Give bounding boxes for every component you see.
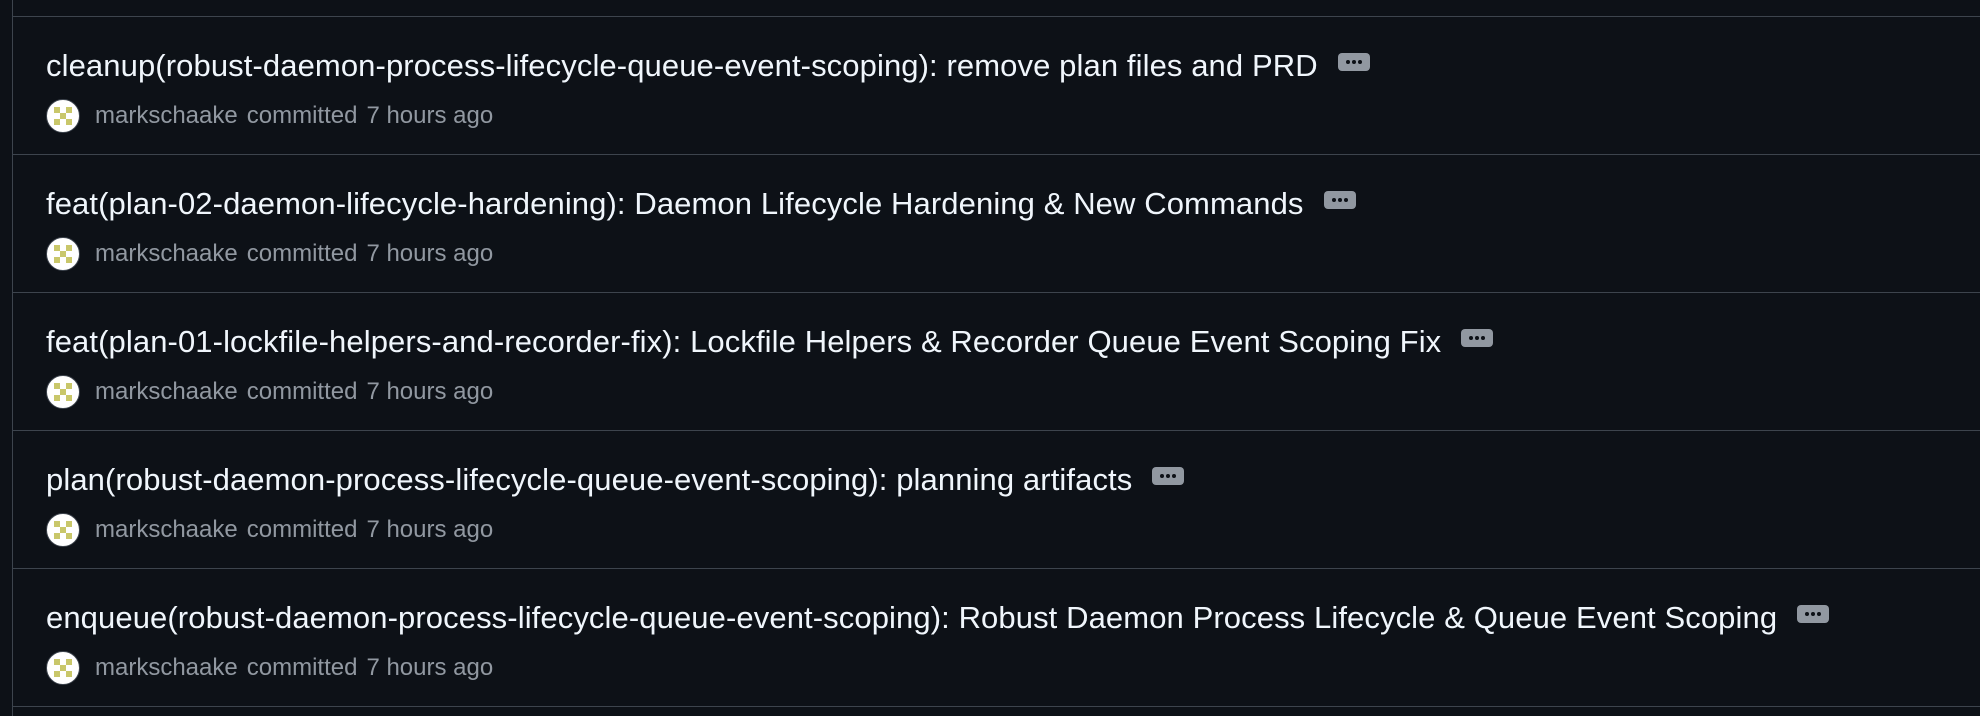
commit-title-line: plan(robust-daemon-process-lifecycle-que… [46,460,1185,500]
commit-meta: markschaake committed 7 hours ago [46,98,493,134]
commit-row: cleanup(robust-daemon-process-lifecycle-… [13,17,1980,155]
commit-title-link[interactable]: plan(robust-daemon-process-lifecycle-que… [46,460,1132,500]
commit-meta: markschaake committed 7 hours ago [46,374,493,410]
ellipsis-icon[interactable] [1152,467,1185,485]
commit-title-link[interactable]: feat(plan-02-daemon-lifecycle-hardening)… [46,184,1304,224]
commit-action: committed [246,102,358,129]
user-avatar-icon[interactable] [46,99,80,133]
author-link[interactable]: markschaake [95,240,238,267]
user-avatar-icon[interactable] [46,237,80,271]
commit-action: committed [246,378,358,405]
commit-meta-text: markschaake committed 7 hours ago [95,650,493,686]
commit-meta-text: markschaake committed 7 hours ago [95,236,493,272]
user-avatar-icon[interactable] [46,651,80,685]
ellipsis-icon[interactable] [1797,605,1830,623]
commit-meta-text: markschaake committed 7 hours ago [95,374,493,410]
commit-row: feat(plan-02-daemon-lifecycle-hardening)… [13,155,1980,293]
commit-action: committed [246,516,358,543]
commit-row: enqueue(robust-daemon-process-lifecycle-… [13,569,1980,707]
commit-time[interactable]: 7 hours ago [366,654,493,681]
commit-meta: markschaake committed 7 hours ago [46,236,493,272]
commit-title-link[interactable]: cleanup(robust-daemon-process-lifecycle-… [46,46,1318,86]
author-link[interactable]: markschaake [95,102,238,129]
commit-meta: markschaake committed 7 hours ago [46,512,493,548]
ellipsis-icon[interactable] [1337,53,1370,71]
commit-list: cleanup(robust-daemon-process-lifecycle-… [12,0,1980,716]
commit-action: committed [246,240,358,267]
commit-time[interactable]: 7 hours ago [366,102,493,129]
user-avatar-icon[interactable] [46,375,80,409]
commit-title-line: feat(plan-02-daemon-lifecycle-hardening)… [46,184,1356,224]
commit-title-link[interactable]: feat(plan-01-lockfile-helpers-and-record… [46,322,1441,362]
author-link[interactable]: markschaake [95,516,238,543]
commit-time[interactable]: 7 hours ago [366,378,493,405]
user-avatar-icon[interactable] [46,513,80,547]
commit-row: plan(robust-daemon-process-lifecycle-que… [13,431,1980,569]
commit-meta-text: markschaake committed 7 hours ago [95,512,493,548]
commit-meta: markschaake committed 7 hours ago [46,650,493,686]
ellipsis-icon[interactable] [1323,191,1356,209]
commit-row: feat(plan-01-lockfile-helpers-and-record… [13,293,1980,431]
commit-title-line: enqueue(robust-daemon-process-lifecycle-… [46,598,1830,638]
commit-action: committed [246,654,358,681]
commit-meta-text: markschaake committed 7 hours ago [95,98,493,134]
commit-title-line: feat(plan-01-lockfile-helpers-and-record… [46,322,1494,362]
author-link[interactable]: markschaake [95,378,238,405]
author-link[interactable]: markschaake [95,654,238,681]
ellipsis-icon[interactable] [1461,329,1494,347]
commit-time[interactable]: 7 hours ago [366,516,493,543]
commit-time[interactable]: 7 hours ago [366,240,493,267]
commit-title-line: cleanup(robust-daemon-process-lifecycle-… [46,46,1370,86]
commit-title-link[interactable]: enqueue(robust-daemon-process-lifecycle-… [46,598,1777,638]
